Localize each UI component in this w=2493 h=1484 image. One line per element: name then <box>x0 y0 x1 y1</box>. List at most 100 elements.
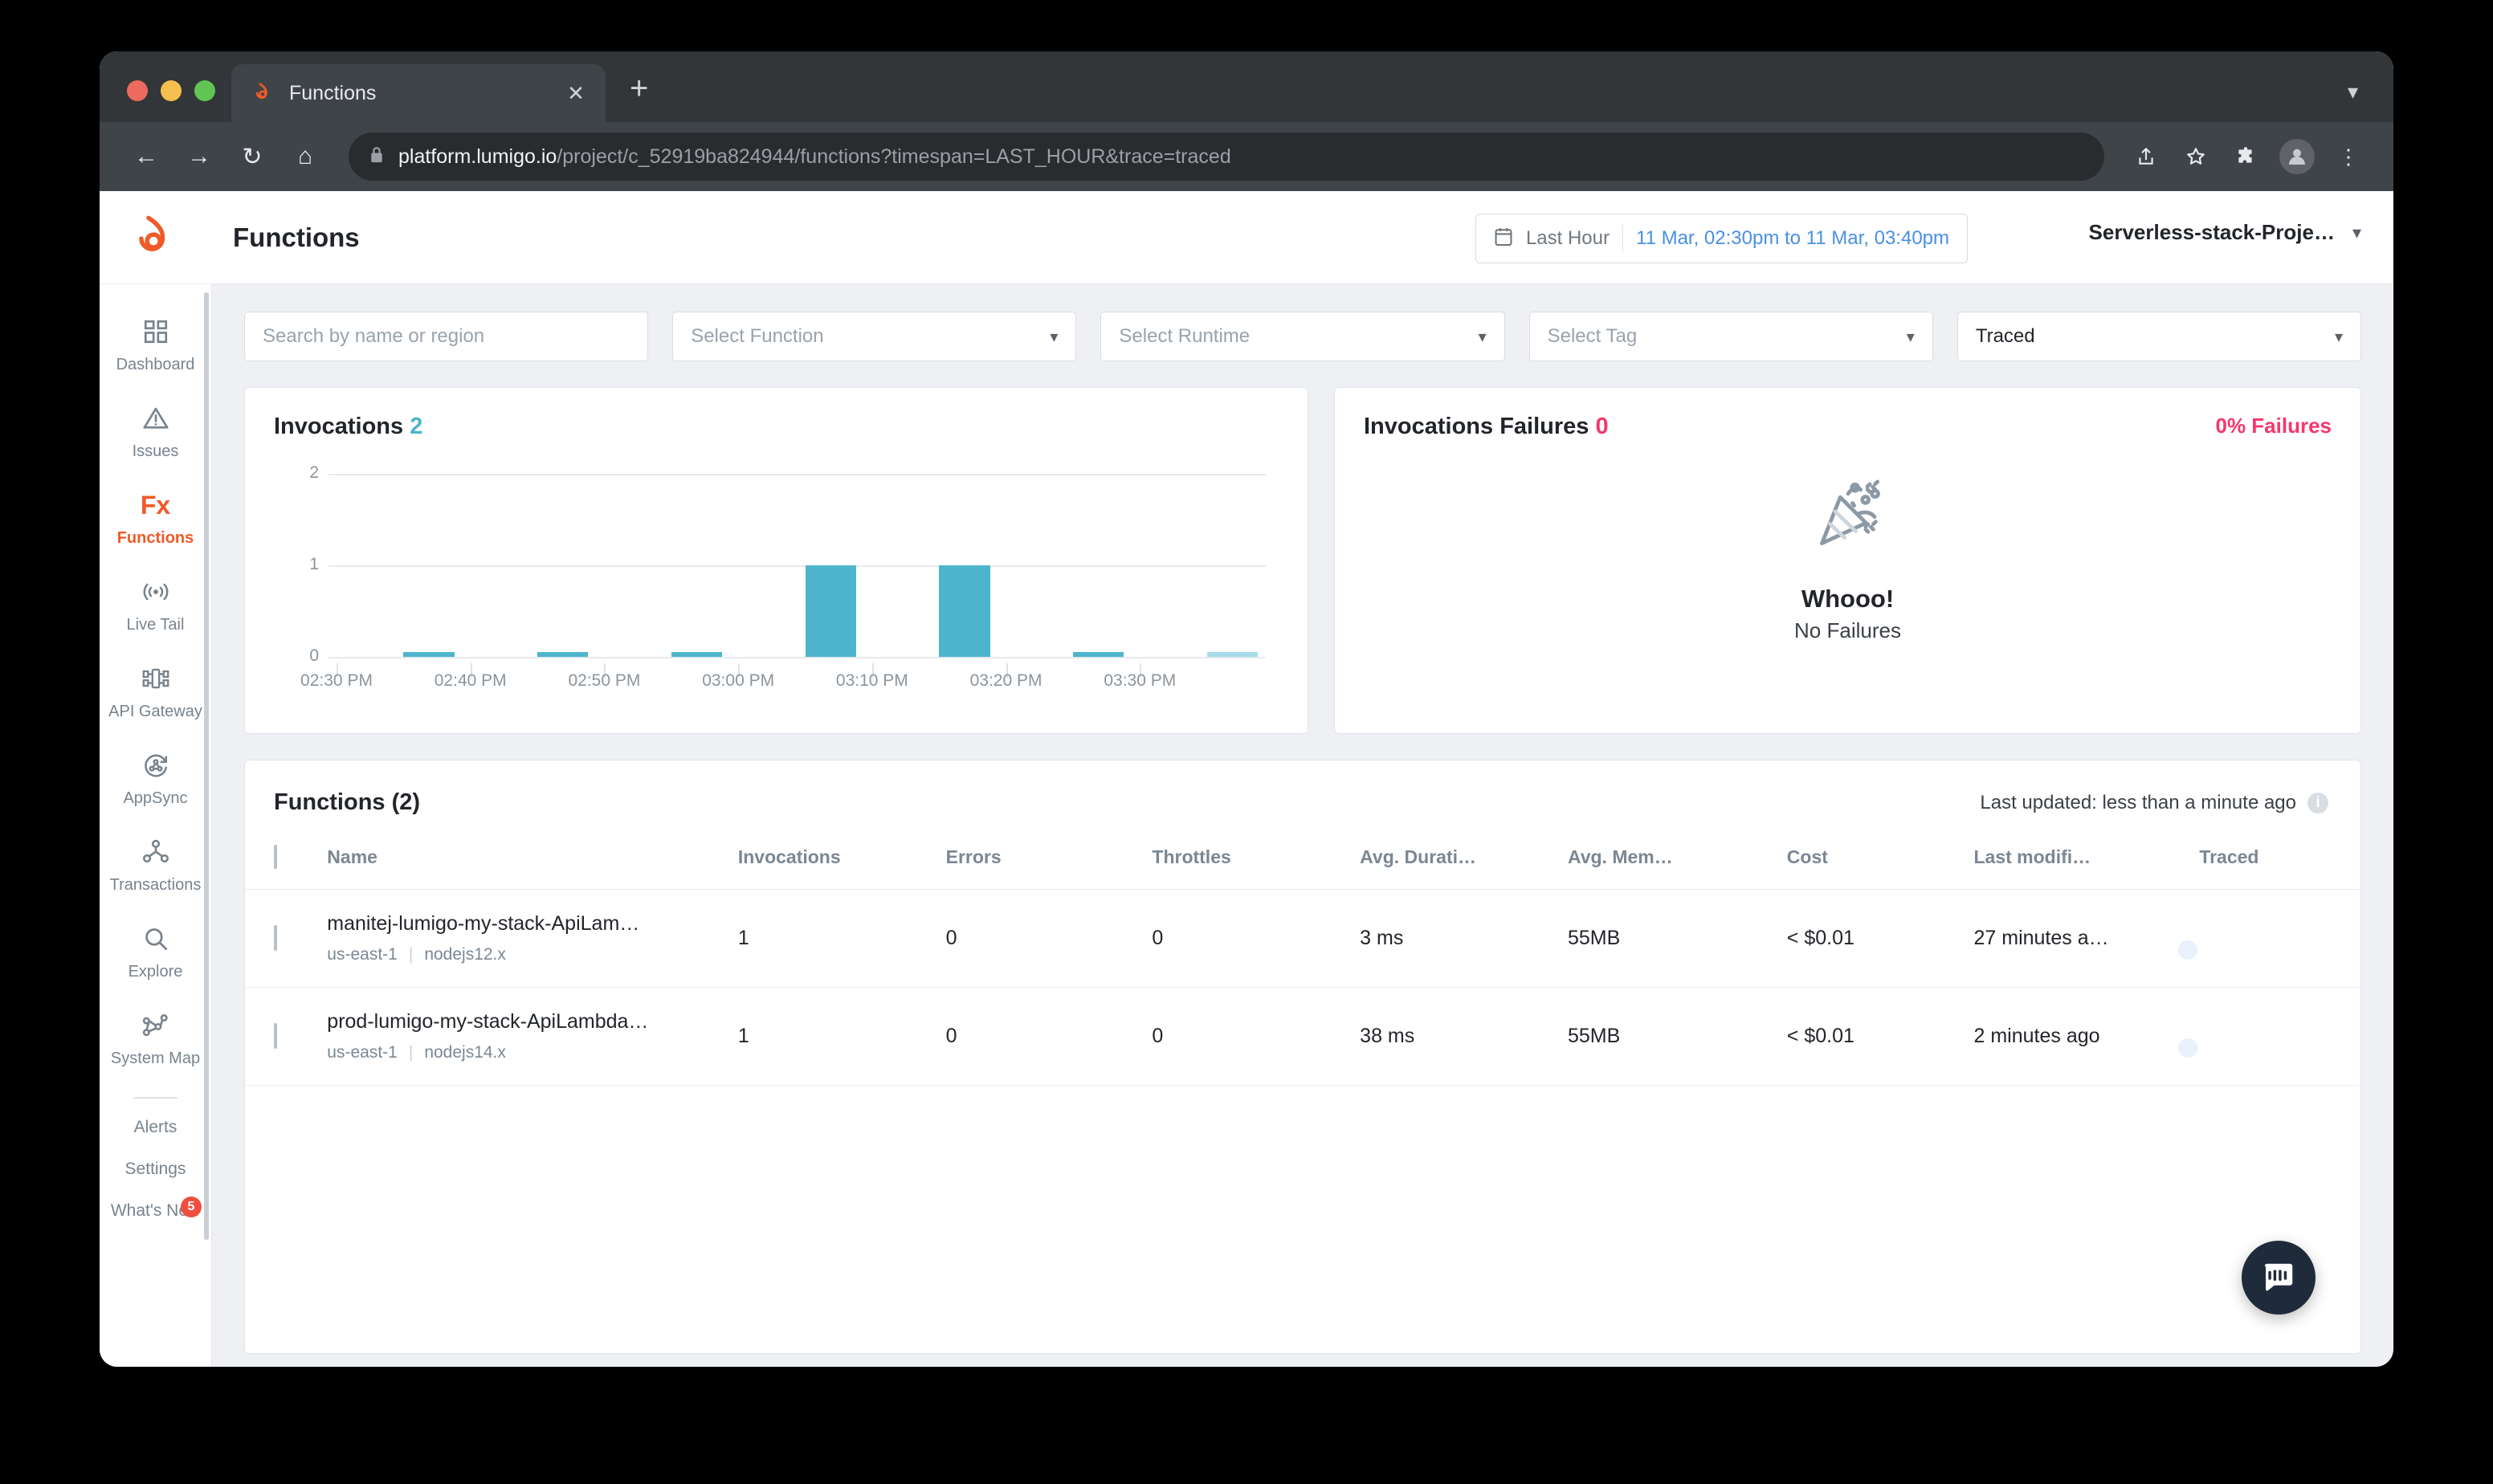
row-checkbox[interactable] <box>274 925 277 951</box>
sidebar-item-dashboard[interactable]: Dashboard <box>100 302 211 389</box>
chart-x-tick: 03:20 PM <box>969 671 1042 690</box>
chevron-down-icon: ▾ <box>1050 328 1059 346</box>
sidebar-item-label: Live Tail <box>126 616 185 634</box>
chart-y-tick: 1 <box>309 555 319 573</box>
sidebar-item-alerts[interactable]: Alerts <box>100 1107 211 1148</box>
chart-bar[interactable] <box>1072 652 1124 657</box>
chart-y-tick: 0 <box>309 646 319 665</box>
menu-icon[interactable]: ⋮ <box>2328 136 2369 177</box>
row-avg-memory: 55MB <box>1567 987 1787 1086</box>
sidebar-item-api-gateway[interactable]: API Gateway <box>100 649 211 736</box>
functions-table: Name Invocations Errors Throttles Avg. D… <box>245 840 2360 1086</box>
function-select[interactable]: Select Function ▾ <box>672 312 1077 361</box>
last-updated-wrapper: Last updated: less than a minute ago i <box>1980 792 2328 814</box>
column-header-cost[interactable]: Cost <box>1786 840 1974 890</box>
sidebar-item-issues[interactable]: Issues <box>100 389 211 475</box>
broadcast-icon <box>140 575 172 609</box>
chart-bar[interactable] <box>939 565 990 657</box>
select-all-checkbox[interactable] <box>274 845 277 869</box>
chart-bar[interactable] <box>1206 652 1258 657</box>
appsync-icon <box>141 748 170 782</box>
time-range-picker[interactable]: Last Hour 11 Mar, 02:30pm to 11 Mar, 03:… <box>1475 214 1968 263</box>
sidebar-item-transactions[interactable]: Transactions <box>100 822 211 909</box>
search-input-placeholder: Search by name or region <box>263 325 485 347</box>
minimize-window-button[interactable] <box>161 80 182 101</box>
time-range-label: Last Hour <box>1525 227 1610 249</box>
sidebar-item-appsync[interactable]: AppSync <box>100 736 211 822</box>
lumigo-logo[interactable] <box>100 213 212 263</box>
profile-avatar[interactable] <box>2279 139 2315 174</box>
sidebar-item-live-tail[interactable]: Live Tail <box>100 562 211 649</box>
no-failures-empty-state: Whooo! No Failures <box>1335 475 2360 643</box>
browser-tab-functions[interactable]: Functions ✕ <box>231 64 606 122</box>
sidebar-item-settings[interactable]: Settings <box>100 1148 211 1190</box>
row-traced-cell <box>2199 987 2360 1086</box>
table-row[interactable]: prod-lumigo-my-stack-ApiLambda… us-east-… <box>245 987 2360 1086</box>
runtime-select[interactable]: Select Runtime ▾ <box>1100 312 1505 361</box>
api-gateway-icon <box>141 662 170 695</box>
chevron-down-icon: ▾ <box>1478 328 1487 346</box>
function-name[interactable]: prod-lumigo-my-stack-ApiLambda… <box>327 1010 738 1034</box>
column-header-invocations[interactable]: Invocations <box>737 840 946 890</box>
column-header-errors[interactable]: Errors <box>945 840 1153 890</box>
lock-icon <box>369 146 384 168</box>
traced-select[interactable]: Traced ▾ <box>1956 312 2362 361</box>
intercom-chat-icon[interactable] <box>2242 1241 2316 1315</box>
browser-toolbar: ← → ↻ ⌂ platform.lumigo.io/project/c_529… <box>100 122 2393 191</box>
failures-title-text: Invocations Failures <box>1364 414 1589 439</box>
column-header-last-modified[interactable]: Last modifi… <box>1973 840 2200 890</box>
home-icon[interactable]: ⌂ <box>283 134 328 179</box>
dashboard-grid-icon <box>142 315 169 349</box>
close-window-button[interactable] <box>127 80 148 101</box>
chevron-down-icon[interactable]: ▾ <box>2348 80 2358 104</box>
function-meta: us-east-1 | nodejs14.x <box>327 1043 738 1062</box>
metrics-cards-row: Invocations 2 0 1 2 02:30 PM 02:40 PM 02:50 P… <box>244 387 2361 734</box>
column-header-avg-memory[interactable]: Avg. Mem… <box>1567 840 1787 890</box>
tag-select-value: Select Tag <box>1547 325 1638 347</box>
chart-bar[interactable] <box>537 652 589 657</box>
maximize-window-button[interactable] <box>194 80 215 101</box>
row-traced-cell <box>2199 889 2360 988</box>
column-header-name[interactable]: Name <box>327 840 738 890</box>
sidebar-item-explore[interactable]: Explore <box>100 909 211 996</box>
column-header-throttles[interactable]: Throttles <box>1152 840 1361 890</box>
party-popper-icon <box>1806 475 1890 562</box>
chart-bar[interactable] <box>403 652 455 657</box>
sidebar-scrollbar[interactable] <box>204 292 209 1240</box>
invocations-card: Invocations 2 0 1 2 02:30 PM 02:40 PM 02:50 P… <box>244 387 1308 734</box>
column-header-avg-duration[interactable]: Avg. Durati… <box>1360 840 1568 890</box>
divider: | <box>408 945 414 964</box>
function-meta: us-east-1 | nodejs12.x <box>327 945 738 964</box>
fx-icon: Fx <box>140 490 171 520</box>
info-icon[interactable]: i <box>2307 792 2328 813</box>
table-header-row: Name Invocations Errors Throttles Avg. D… <box>245 840 2360 890</box>
sidebar-item-system-map[interactable]: System Map <box>100 996 211 1082</box>
arrow-left-icon[interactable]: ← <box>124 134 169 179</box>
plus-icon[interactable]: + <box>630 72 648 104</box>
chart-bar[interactable] <box>805 565 856 657</box>
invocations-chart[interactable]: 0 1 2 02:30 PM 02:40 PM 02:50 PM 03:00 PM 03:10… <box>274 463 1279 708</box>
search-input[interactable]: Search by name or region <box>244 312 649 361</box>
table-row[interactable]: manitej-lumigo-my-stack-ApiLam… us-east-… <box>245 889 2360 988</box>
function-name[interactable]: manitej-lumigo-my-stack-ApiLam… <box>327 912 738 936</box>
failures-count: 0 <box>1595 414 1609 439</box>
row-throttles: 0 <box>1152 987 1361 1086</box>
chart-bar[interactable] <box>671 652 723 657</box>
sidebar-item-whats-new[interactable]: What's New 5 <box>100 1190 211 1232</box>
star-icon[interactable] <box>2175 136 2217 177</box>
sidebar-item-functions[interactable]: Fx Functions <box>100 475 211 562</box>
project-name: Serverless-stack-Proje… <box>2088 220 2335 244</box>
tag-select[interactable]: Select Tag ▾ <box>1528 312 1933 361</box>
project-selector[interactable]: Serverless-stack-Proje… ▾ <box>2089 220 2361 245</box>
column-header-traced[interactable]: Traced <box>2199 840 2360 890</box>
extensions-icon[interactable] <box>2225 136 2267 177</box>
function-runtime: nodejs12.x <box>424 945 506 964</box>
arrow-right-icon[interactable]: → <box>177 134 222 179</box>
share-icon[interactable] <box>2125 136 2167 177</box>
reload-icon[interactable]: ↻ <box>230 134 275 179</box>
address-bar[interactable]: platform.lumigo.io/project/c_52919ba8249… <box>349 132 2104 181</box>
page-title: Functions <box>233 222 360 252</box>
close-icon[interactable]: ✕ <box>564 83 588 104</box>
row-checkbox[interactable] <box>274 1023 277 1049</box>
chart-gridline <box>328 474 1266 475</box>
